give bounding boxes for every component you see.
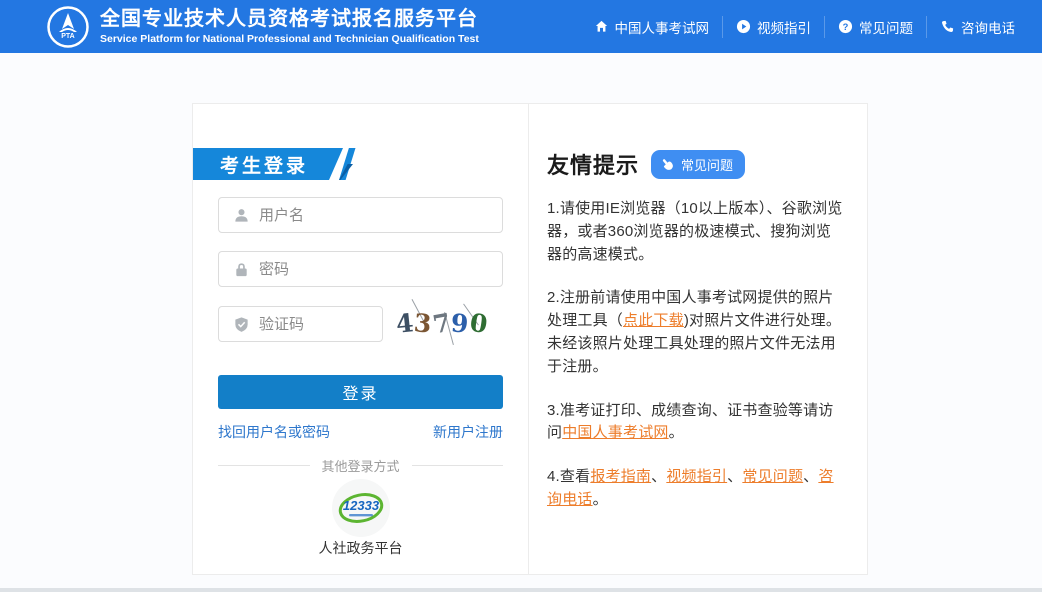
header-nav: 中国人事考试网 视频指引 ? 常见问题 咨询电话 — [581, 0, 1029, 53]
tip-paragraph: 2.注册前请使用中国人事考试网提供的照片处理工具（点此下载)对照片文件进行处理。… — [547, 289, 842, 375]
svg-text:12333: 12333 — [343, 498, 380, 513]
captcha-image[interactable]: 43790 — [395, 299, 490, 346]
login-links-row: 找回用户名或密码 新用户注册 — [218, 422, 503, 442]
username-field-wrap — [218, 197, 503, 233]
tip-link[interactable]: 常见问题 — [742, 468, 803, 485]
logo-12333-icon: 12333 — [338, 493, 384, 523]
candidate-login-banner: 考生登录 — [193, 148, 373, 180]
tip-paragraph: 3.准考证打印、成绩查询、证书查验等请访问中国人事考试网。 — [547, 401, 834, 442]
tip-link[interactable]: 点此下载 — [623, 312, 684, 329]
tips-title-row: 友情提示 常见问题 — [547, 148, 845, 180]
pointing-hand-icon — [662, 158, 673, 170]
candidate-login-banner-label: 考生登录 — [193, 148, 343, 180]
pta-emblem-icon: PTA — [47, 5, 89, 48]
tip-paragraph: 4.查看报考指南、视频指引、常见问题、咨询电话。 — [547, 468, 834, 508]
nav-item-label: 中国人事考试网 — [614, 20, 710, 36]
svg-text:PTA: PTA — [61, 33, 74, 40]
nav-item-label: 视频指引 — [757, 20, 811, 36]
shield-check-icon — [235, 316, 248, 332]
tip-link[interactable]: 中国人事考试网 — [562, 424, 668, 441]
tip-paragraph: 1.请使用IE浏览器（10以上版本）、谷歌浏览器，或者360浏览器的极速模式、搜… — [547, 200, 843, 263]
phone-icon — [942, 20, 954, 32]
tip-link[interactable]: 视频指引 — [666, 468, 727, 485]
password-field-wrap — [218, 251, 503, 287]
top-header: PTA 全国专业技术人员资格考试报名服务平台 Service Platform … — [0, 0, 1042, 53]
tips-list: 1.请使用IE浏览器（10以上版本）、谷歌浏览器，或者360浏览器的极速模式、搜… — [547, 198, 845, 512]
site-title-block: 全国专业技术人员资格考试报名服务平台 Service Platform for … — [100, 8, 479, 45]
login-button[interactable]: 登录 — [218, 375, 503, 409]
home-icon — [595, 20, 607, 32]
video-play-icon — [736, 19, 751, 34]
nav-item-video-guide[interactable]: 视频指引 — [722, 15, 824, 38]
new-user-register-link[interactable]: 新用户注册 — [433, 422, 503, 442]
captcha-digit: 0 — [467, 307, 490, 339]
nav-item-phone[interactable]: 咨询电话 — [926, 15, 1028, 38]
nav-item-faq[interactable]: ? 常见问题 — [824, 15, 926, 38]
renshe-12333-login-button[interactable]: 12333 — [332, 479, 390, 537]
nav-item-cpta-site[interactable]: 中国人事考试网 — [581, 16, 723, 38]
svg-text:?: ? — [843, 22, 849, 32]
faq-badge-label: 常见问题 — [681, 157, 734, 173]
site-title: 全国专业技术人员资格考试报名服务平台 — [100, 7, 478, 30]
lock-icon — [236, 262, 247, 276]
tip-link[interactable]: 报考指南 — [590, 468, 651, 485]
tips-title: 友情提示 — [547, 153, 640, 178]
question-icon: ? — [838, 19, 853, 34]
password-input[interactable] — [259, 260, 492, 278]
site-subtitle: Service Platform for National Profession… — [100, 32, 479, 45]
username-input[interactable] — [259, 206, 492, 224]
nav-item-label: 咨询电话 — [961, 20, 1015, 36]
other-login-divider: 其他登录方式 — [218, 456, 503, 475]
faq-badge-button[interactable]: 常见问题 — [651, 149, 746, 179]
tips-panel: 友情提示 常见问题 1.请使用IE浏览器（10以上版本）、谷歌浏览器，或者360… — [528, 104, 867, 574]
platform-label: 人社政务平台 — [318, 540, 403, 556]
user-icon — [235, 208, 248, 222]
captcha-field-wrap — [218, 306, 458, 342]
other-login-divider-label: 其他登录方式 — [321, 459, 400, 474]
forgot-credentials-link[interactable]: 找回用户名或密码 — [218, 422, 330, 442]
main-content-box: 考生登录 用户名 验证码 4 3 7 9 0 登录 找回用户名或密码 新用户注册… — [192, 103, 868, 575]
nav-item-label: 常见问题 — [859, 20, 913, 36]
footer-strip — [0, 588, 1042, 592]
login-panel: 考生登录 用户名 验证码 4 3 7 9 0 登录 找回用户名或密码 新用户注册… — [193, 104, 528, 574]
